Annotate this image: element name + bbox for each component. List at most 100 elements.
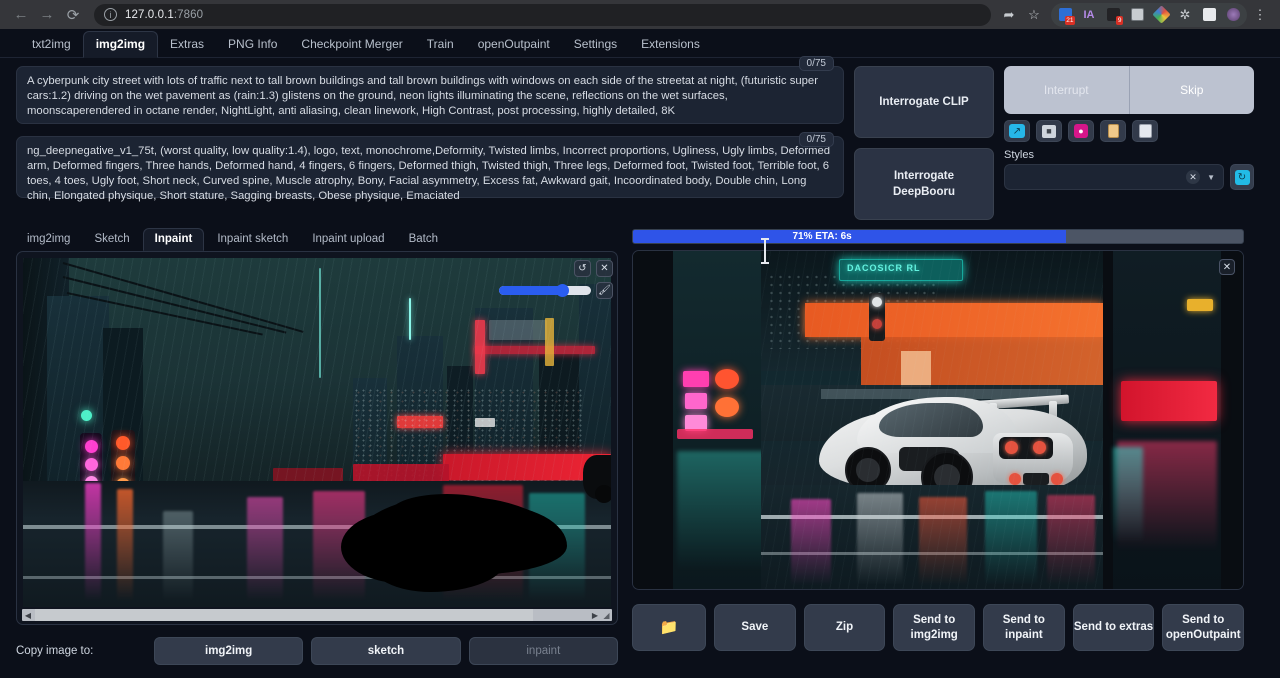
interrogate-deepbooru-button[interactable]: Interrogate DeepBooru [854, 148, 994, 220]
img2img-mode-tabs: img2img Sketch Inpaint Inpaint sketch In… [16, 224, 618, 250]
zip-button[interactable]: Zip [804, 604, 886, 651]
refresh-icon: ↻ [1235, 170, 1250, 185]
extension-icon-ia[interactable]: IA [1077, 3, 1101, 27]
result-image-panel[interactable]: DACOSICR RL [632, 250, 1244, 590]
extension-icon-puzzle[interactable]: ✲ [1173, 3, 1197, 27]
reload-icon[interactable]: ⟳ [60, 2, 86, 28]
triangle-left-icon[interactable]: ◀ [22, 611, 34, 620]
send-to-img2img-button[interactable]: Send to img2img [893, 604, 975, 651]
undo-icon[interactable]: ↺ [574, 260, 591, 277]
close-icon[interactable]: ✕ [596, 260, 613, 277]
send-to-inpaint-button[interactable]: Send to inpaint [983, 604, 1065, 651]
scrollbar-thumb[interactable] [35, 609, 533, 621]
brush-slider-fill [499, 286, 560, 295]
share-icon[interactable]: ➦ [997, 3, 1021, 27]
prompt-tool-icons: ↗ ■ ● [1004, 120, 1254, 142]
negative-prompt-input[interactable]: ng_deepnegative_v1_75t, (worst quality, … [16, 136, 844, 198]
extensions-group: 21 IA 9 ✲ [1051, 3, 1247, 27]
chevron-down-icon[interactable]: ▼ [1207, 173, 1215, 182]
prompt-zone: 0/75 A cyberpunk city street with lots o… [0, 58, 1280, 224]
clear-x-icon[interactable]: ✕ [1186, 170, 1200, 184]
brush-slider-knob[interactable] [556, 284, 569, 297]
canvas-tool-buttons: ↺ ✕ [574, 260, 613, 277]
refresh-styles-button[interactable]: ↻ [1230, 164, 1254, 190]
extension-icon-square[interactable] [1197, 3, 1221, 27]
copy-to-inpaint-button[interactable]: inpaint [469, 637, 618, 665]
browser-toolbar: ← → ⟳ i 127.0.0.1:7860 ➦ ☆ 21 IA 9 ✲ [0, 0, 1280, 29]
subtab-inpaint-sketch[interactable]: Inpaint sketch [206, 229, 299, 250]
canvas-horizontal-scrollbar[interactable]: ◀ ▶ ◢ [22, 609, 612, 621]
read-generation-params-icon[interactable]: ● [1068, 120, 1094, 142]
inpaint-canvas-panel[interactable]: ↺ ✕ 🖌 ◀ ▶ ◢ [16, 251, 618, 625]
interrogate-deepbooru-line1: Interrogate [894, 170, 954, 182]
webui-app: txt2img img2img Extras PNG Info Checkpoi… [0, 29, 1280, 678]
copy-to-sketch-button[interactable]: sketch [311, 637, 460, 665]
copy-image-label: Copy image to: [16, 645, 154, 657]
resize-grip-icon[interactable]: ◢ [601, 611, 612, 620]
tab-settings[interactable]: Settings [562, 32, 629, 57]
tab-checkpoint-merger[interactable]: Checkpoint Merger [289, 32, 414, 57]
open-folder-button[interactable]: 📁 [632, 604, 706, 651]
send-to-extras-button[interactable]: Send to extras [1073, 604, 1155, 651]
main-tab-bar: txt2img img2img Extras PNG Info Checkpoi… [0, 29, 1280, 58]
send-to-openoutpaint-button[interactable]: Send to openOutpaint [1162, 604, 1244, 651]
tab-extras[interactable]: Extras [158, 32, 216, 57]
generation-progress-bar: 71% ETA: 6s [632, 229, 1244, 244]
interrupt-button[interactable]: Interrupt [1004, 66, 1130, 114]
extension-icon-blue[interactable]: 21 [1053, 3, 1077, 27]
positive-prompt-input[interactable]: A cyberpunk city street with lots of tra… [16, 66, 844, 124]
inpaint-source-image[interactable] [23, 258, 611, 607]
extension-icon-avatar[interactable] [1221, 3, 1245, 27]
address-bar[interactable]: i 127.0.0.1:7860 [94, 4, 991, 26]
url-text: 127.0.0.1:7860 [125, 9, 203, 21]
extension-icon-dark[interactable]: 9 [1101, 3, 1125, 27]
restore-progress-icon[interactable]: ↗ [1004, 120, 1030, 142]
brush-icon[interactable]: 🖌 [596, 282, 613, 299]
tab-train[interactable]: Train [415, 32, 466, 57]
tab-png-info[interactable]: PNG Info [216, 32, 289, 57]
interrogate-clip-button[interactable]: Interrogate CLIP [854, 66, 994, 138]
browser-action-icons: ➦ ☆ 21 IA 9 ✲ ⋮ [997, 3, 1272, 27]
back-icon[interactable]: ← [8, 2, 34, 28]
interrogate-column: Interrogate CLIP Interrogate DeepBooru [854, 66, 994, 220]
progress-text: 71% ETA: 6s [633, 230, 1243, 243]
generate-button-row: Interrupt Skip [1004, 66, 1254, 114]
save-button[interactable]: Save [714, 604, 796, 651]
apply-style-icon[interactable] [1100, 120, 1126, 142]
negative-token-counter: 0/75 [799, 132, 834, 147]
subtab-sketch[interactable]: Sketch [83, 229, 140, 250]
prompt-column: 0/75 A cyberpunk city street with lots o… [16, 66, 844, 220]
output-pane: 71% ETA: 6s [632, 224, 1244, 664]
triangle-right-icon[interactable]: ▶ [589, 611, 601, 620]
extension-icon-colorful[interactable] [1149, 3, 1173, 27]
subtab-inpaint-upload[interactable]: Inpaint upload [301, 229, 395, 250]
kebab-menu-icon[interactable]: ⋮ [1248, 3, 1272, 27]
skip-button[interactable]: Skip [1130, 66, 1255, 114]
clear-prompt-icon[interactable]: ■ [1036, 120, 1062, 142]
forward-icon[interactable]: → [34, 2, 60, 28]
text-cursor-icon [764, 238, 766, 264]
extension-icon-notion[interactable] [1125, 3, 1149, 27]
brush-size-slider[interactable] [499, 286, 591, 295]
styles-row: ✕ ▼ ↻ [1004, 164, 1254, 190]
generate-column: Interrupt Skip ↗ ■ ● [1004, 66, 1254, 220]
tab-txt2img[interactable]: txt2img [20, 32, 83, 57]
folder-icon: 📁 [660, 620, 679, 635]
positive-token-counter: 0/75 [799, 56, 834, 71]
star-icon[interactable]: ☆ [1022, 3, 1046, 27]
copy-to-img2img-button[interactable]: img2img [154, 637, 303, 665]
close-icon[interactable]: ✕ [1219, 259, 1235, 275]
tab-extensions[interactable]: Extensions [629, 32, 712, 57]
tab-img2img[interactable]: img2img [83, 31, 158, 58]
tab-openoutpaint[interactable]: openOutpaint [466, 32, 562, 57]
subtab-batch[interactable]: Batch [398, 229, 449, 250]
result-action-buttons: 📁 Save Zip Send to img2img Send to inpai… [632, 604, 1244, 651]
save-style-icon[interactable] [1132, 120, 1158, 142]
interrogate-deepbooru-line2: DeepBooru [893, 186, 955, 198]
subtab-inpaint[interactable]: Inpaint [143, 228, 205, 251]
img2img-left-pane: img2img Sketch Inpaint Inpaint sketch In… [16, 224, 618, 664]
styles-dropdown[interactable]: ✕ ▼ [1004, 164, 1224, 190]
subtab-img2img[interactable]: img2img [16, 229, 81, 250]
main-content: img2img Sketch Inpaint Inpaint sketch In… [0, 224, 1280, 664]
site-info-icon[interactable]: i [104, 8, 117, 21]
